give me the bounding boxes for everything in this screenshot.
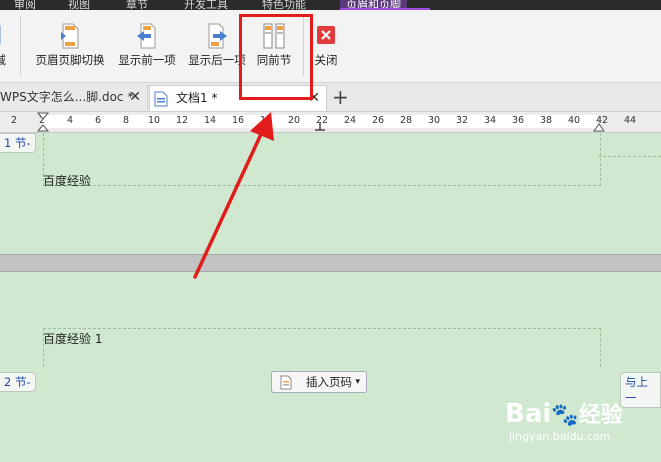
annotation-arrow-icon (193, 112, 274, 279)
watermark-brand: Bai (505, 399, 552, 429)
baidu-watermark: Bai🐾经验 jingyan.baidu.com (505, 400, 623, 443)
watermark-brand2: 经验 (578, 403, 623, 428)
paw-icon: 🐾 (551, 403, 579, 428)
watermark-url: jingyan.baidu.com (509, 430, 611, 443)
